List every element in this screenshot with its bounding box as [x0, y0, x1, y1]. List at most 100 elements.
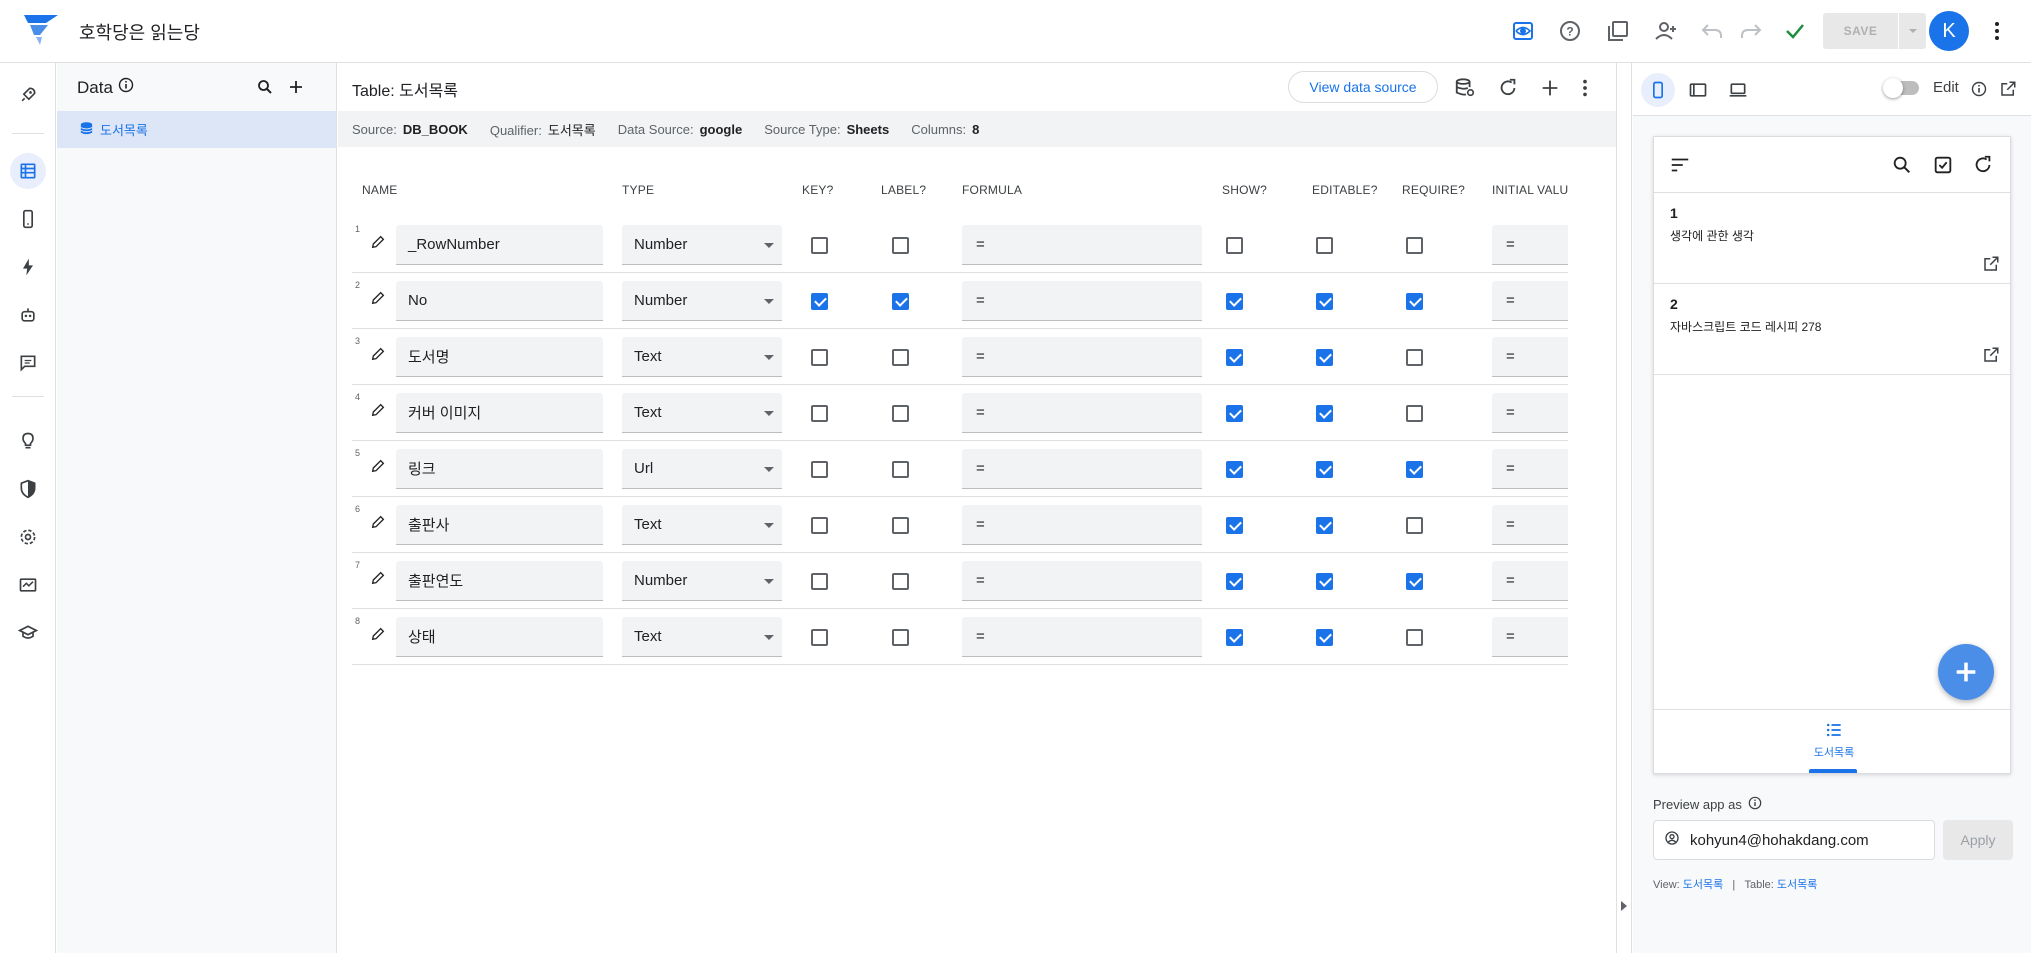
- bot-icon[interactable]: [10, 297, 46, 333]
- edit-toggle[interactable]: [1883, 78, 1919, 98]
- formula-field[interactable]: =: [962, 449, 1202, 489]
- key-checkbox[interactable]: [811, 517, 828, 534]
- show-checkbox[interactable]: [1226, 573, 1243, 590]
- formula-field[interactable]: =: [962, 505, 1202, 545]
- sort-menu-icon[interactable]: [1668, 153, 1692, 177]
- more-vert-icon[interactable]: [1982, 16, 2012, 46]
- show-checkbox[interactable]: [1226, 293, 1243, 310]
- label-checkbox[interactable]: [892, 461, 909, 478]
- select-checkbox-icon[interactable]: [1931, 153, 1955, 177]
- key-checkbox[interactable]: [811, 349, 828, 366]
- label-checkbox[interactable]: [892, 237, 909, 254]
- editable-checkbox[interactable]: [1316, 461, 1333, 478]
- require-checkbox[interactable]: [1406, 349, 1423, 366]
- formula-field[interactable]: =: [962, 337, 1202, 377]
- edit-pencil-icon[interactable]: [370, 626, 386, 642]
- column-name-field[interactable]: 출판사: [396, 505, 603, 545]
- chat-icon[interactable]: [10, 345, 46, 381]
- column-type-select[interactable]: Text: [622, 337, 782, 377]
- initial-value-field[interactable]: =: [1492, 281, 1568, 321]
- formula-field[interactable]: =: [962, 393, 1202, 433]
- mobile-view-icon[interactable]: [1641, 73, 1675, 107]
- require-checkbox[interactable]: [1406, 629, 1423, 646]
- editable-checkbox[interactable]: [1316, 405, 1333, 422]
- view-data-source-button[interactable]: View data source: [1288, 71, 1438, 103]
- automation-icon[interactable]: [10, 249, 46, 285]
- key-checkbox[interactable]: [811, 405, 828, 422]
- apply-button[interactable]: Apply: [1943, 820, 2013, 860]
- initial-value-field[interactable]: =: [1492, 449, 1568, 489]
- sync-icon[interactable]: [1971, 153, 1995, 177]
- show-checkbox[interactable]: [1226, 405, 1243, 422]
- info-icon[interactable]: [1971, 81, 1987, 100]
- tablet-view-icon[interactable]: [1681, 73, 1715, 107]
- copy-app-icon[interactable]: [1603, 16, 1633, 46]
- preview-as-email-field[interactable]: kohyun4@hohakdang.com: [1653, 820, 1935, 860]
- help-icon[interactable]: ?: [1555, 16, 1585, 46]
- key-checkbox[interactable]: [811, 461, 828, 478]
- list-item[interactable]: 2 자바스크립트 코드 레시피 278: [1654, 284, 2010, 375]
- edit-pencil-icon[interactable]: [370, 458, 386, 474]
- edit-pencil-icon[interactable]: [370, 402, 386, 418]
- formula-field[interactable]: =: [962, 225, 1202, 265]
- column-type-select[interactable]: Text: [622, 393, 782, 433]
- editable-checkbox[interactable]: [1316, 517, 1333, 534]
- column-type-select[interactable]: Number: [622, 281, 782, 321]
- show-checkbox[interactable]: [1226, 349, 1243, 366]
- rocket-icon[interactable]: [10, 77, 46, 113]
- column-name-field[interactable]: 출판연도: [396, 561, 603, 601]
- label-checkbox[interactable]: [892, 293, 909, 310]
- view-link[interactable]: 도서목록: [1683, 879, 1723, 891]
- formula-field[interactable]: =: [962, 617, 1202, 657]
- label-checkbox[interactable]: [892, 405, 909, 422]
- add-record-button[interactable]: [1938, 644, 1994, 700]
- show-checkbox[interactable]: [1226, 461, 1243, 478]
- appsheet-logo-icon[interactable]: [24, 15, 58, 45]
- require-checkbox[interactable]: [1406, 405, 1423, 422]
- save-button[interactable]: SAVE: [1823, 13, 1898, 49]
- require-checkbox[interactable]: [1406, 517, 1423, 534]
- edit-pencil-icon[interactable]: [370, 570, 386, 586]
- editable-checkbox[interactable]: [1316, 237, 1333, 254]
- open-in-new-icon[interactable]: [1982, 346, 2000, 364]
- mobile-icon[interactable]: [10, 201, 46, 237]
- expand-arrow-icon[interactable]: [1621, 901, 1627, 911]
- open-in-new-icon[interactable]: [1999, 80, 2017, 101]
- check-icon[interactable]: [1780, 16, 1810, 46]
- label-checkbox[interactable]: [892, 349, 909, 366]
- info-icon[interactable]: [118, 77, 134, 98]
- column-type-select[interactable]: Text: [622, 617, 782, 657]
- show-checkbox[interactable]: [1226, 517, 1243, 534]
- formula-field[interactable]: =: [962, 561, 1202, 601]
- label-checkbox[interactable]: [892, 517, 909, 534]
- refresh-icon[interactable]: [1495, 75, 1521, 101]
- security-icon[interactable]: [10, 471, 46, 507]
- require-checkbox[interactable]: [1406, 573, 1423, 590]
- panel-splitter[interactable]: [1616, 63, 1632, 953]
- editable-checkbox[interactable]: [1316, 293, 1333, 310]
- edit-pencil-icon[interactable]: [370, 514, 386, 530]
- editable-checkbox[interactable]: [1316, 573, 1333, 590]
- save-dropdown-button[interactable]: [1899, 13, 1926, 49]
- label-checkbox[interactable]: [892, 629, 909, 646]
- formula-field[interactable]: =: [962, 281, 1202, 321]
- show-checkbox[interactable]: [1226, 237, 1243, 254]
- column-name-field[interactable]: 커버 이미지: [396, 393, 603, 433]
- share-icon[interactable]: [1651, 16, 1681, 46]
- column-type-select[interactable]: Number: [622, 225, 782, 265]
- preview-icon[interactable]: [1508, 16, 1538, 46]
- data-table-item[interactable]: 도서목록: [57, 111, 336, 148]
- database-settings-icon[interactable]: [1452, 75, 1478, 101]
- require-checkbox[interactable]: [1406, 461, 1423, 478]
- info-icon[interactable]: [1748, 796, 1762, 813]
- more-vert-icon[interactable]: [1572, 75, 1598, 101]
- column-type-select[interactable]: Text: [622, 505, 782, 545]
- column-name-field[interactable]: No: [396, 281, 603, 321]
- avatar[interactable]: K: [1929, 11, 1969, 51]
- list-item[interactable]: 1 생각에 관한 생각: [1654, 193, 2010, 284]
- settings-icon[interactable]: [10, 519, 46, 555]
- initial-value-field[interactable]: =: [1492, 225, 1568, 265]
- desktop-view-icon[interactable]: [1721, 73, 1755, 107]
- table-link[interactable]: 도서목록: [1777, 879, 1817, 891]
- lightbulb-icon[interactable]: [10, 423, 46, 459]
